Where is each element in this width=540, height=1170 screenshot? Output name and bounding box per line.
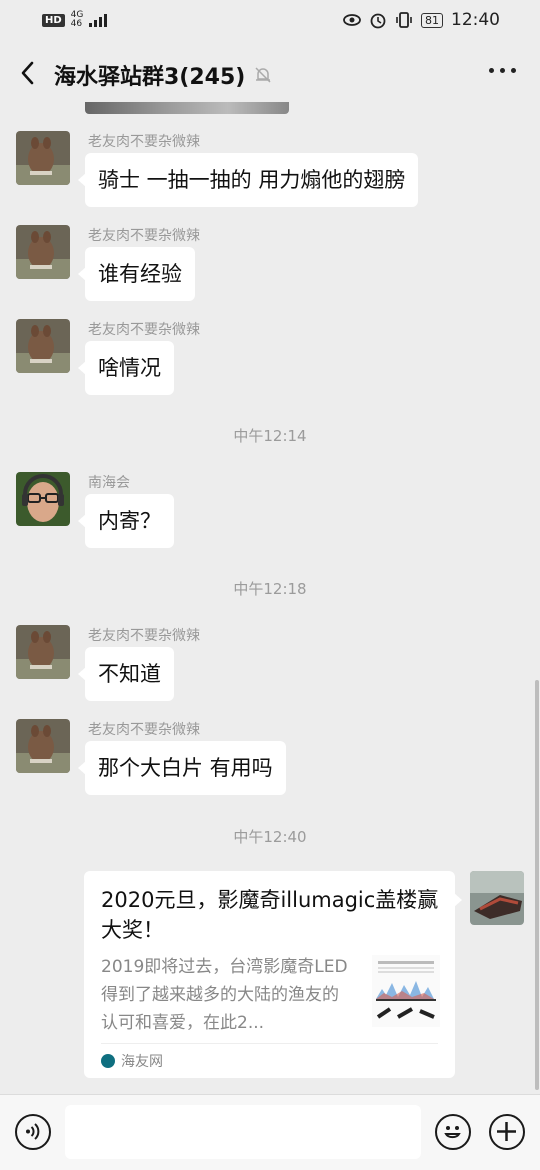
title-group[interactable]: 海水驿站群3(245): [54, 59, 273, 91]
link-card-source: 海友网: [101, 1051, 163, 1071]
signal-icon: [89, 13, 108, 27]
network-indicator: 4G 46: [71, 11, 84, 29]
avatar[interactable]: [16, 225, 70, 279]
divider: [101, 1043, 438, 1044]
avatar[interactable]: [16, 319, 70, 373]
eye-icon: [343, 11, 361, 29]
message-input[interactable]: [65, 1105, 421, 1159]
source-logo-icon: [101, 1054, 115, 1068]
sender-name: 老友肉不要杂微辣: [88, 228, 200, 244]
avatar[interactable]: [16, 625, 70, 679]
voice-icon[interactable]: [15, 1114, 51, 1150]
sender-name: 老友肉不要杂微辣: [88, 722, 200, 738]
message-bubble[interactable]: 谁有经验: [78, 247, 195, 301]
avatar[interactable]: [16, 719, 70, 773]
avatar[interactable]: [16, 472, 70, 526]
sender-name: 南海会: [88, 475, 130, 491]
battery-icon: 81: [421, 12, 443, 28]
alarm-icon: [369, 11, 387, 29]
timestamp: 中午12:14: [233, 427, 307, 445]
emoji-icon[interactable]: [435, 1114, 471, 1150]
clock: 12:40: [451, 10, 500, 30]
vibrate-icon: [395, 11, 413, 29]
status-left: HD 4G 46: [42, 11, 108, 29]
more-dots-icon[interactable]: [489, 68, 516, 73]
scrollbar[interactable]: [535, 680, 539, 1090]
source-name: 海友网: [121, 1054, 163, 1070]
message-bubble[interactable]: 不知道: [78, 647, 174, 701]
message-bubble[interactable]: 啥情况: [78, 341, 174, 395]
my-avatar[interactable]: [470, 871, 524, 925]
status-right: 81 12:40: [343, 10, 500, 30]
chat-header: 海水驿站群3(245): [0, 40, 540, 106]
page-title: 海水驿站群3(245): [54, 65, 246, 90]
sender-name: 老友肉不要杂微辣: [88, 322, 200, 338]
plus-icon[interactable]: [489, 1114, 525, 1150]
input-bar: [0, 1094, 540, 1170]
avatar[interactable]: [16, 131, 70, 185]
link-card-description: 2019即将过去，台湾影魔奇LED得到了越来越多的大陆的渔友的认可和喜爱，在此2…: [101, 957, 348, 1033]
message-bubble[interactable]: 那个大白片 有用吗: [78, 741, 286, 795]
chevron-left-icon[interactable]: [14, 58, 44, 88]
sender-name: 老友肉不要杂微辣: [88, 628, 200, 644]
sender-name: 老友肉不要杂微辣: [88, 134, 200, 150]
link-card-thumbnail: [372, 955, 440, 1027]
status-bar: HD 4G 46 81 12:40: [0, 0, 540, 40]
message-bubble[interactable]: 内寄？: [78, 494, 174, 548]
link-card[interactable]: 2020元旦，影魔奇illumagic盖楼赢大奖！ 2019即将过去，台湾影魔奇…: [84, 871, 462, 1078]
timestamp: 中午12:40: [233, 828, 307, 846]
network-sub: 46: [70, 19, 83, 29]
timestamp: 中午12:18: [233, 580, 307, 598]
bell-off-icon: [253, 65, 273, 85]
link-card-title: 2020元旦，影魔奇illumagic盖楼赢大奖！: [101, 888, 439, 942]
message-bubble[interactable]: 骑士 一抽一抽的 用力煽他的翅膀: [77, 153, 419, 207]
message-image-partial[interactable]: [85, 102, 289, 114]
hd-badge: HD: [42, 13, 65, 27]
